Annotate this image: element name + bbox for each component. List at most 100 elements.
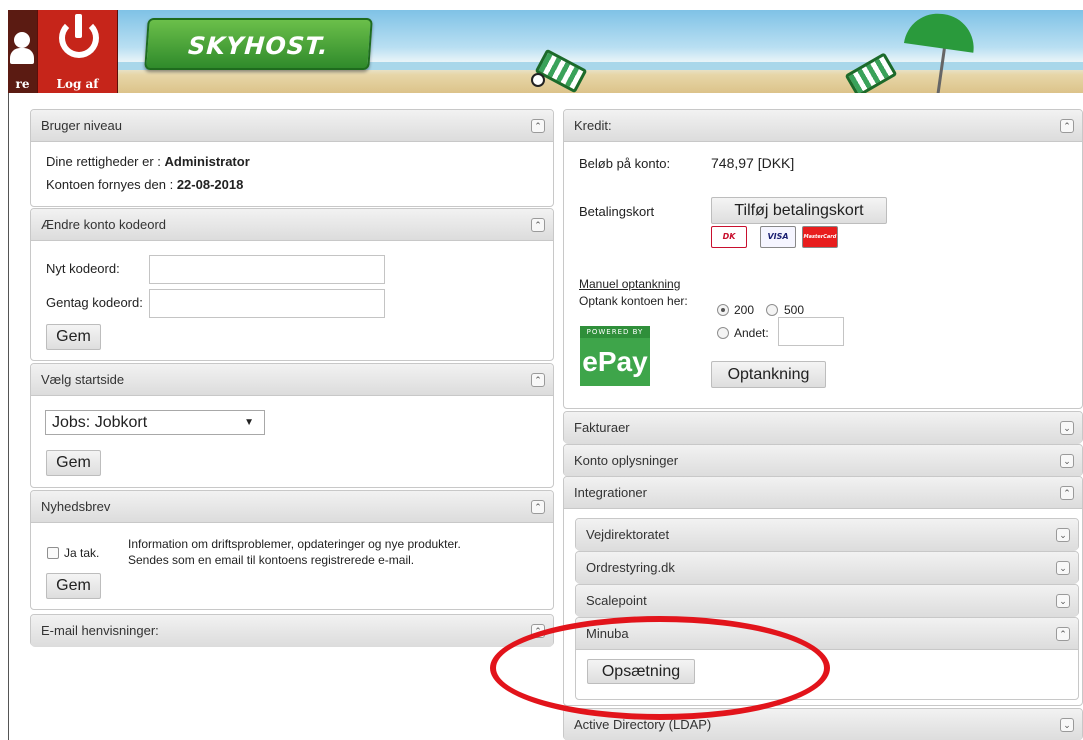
newsletter-checkbox[interactable] [47, 547, 59, 559]
renew-label: Kontoen fornyes den : [46, 177, 174, 192]
topup-label: Optank kontoen her: [579, 294, 688, 308]
epay-logo: POWERED BY ePay [580, 326, 650, 386]
add-payment-card-button[interactable]: Tilføj betalingskort [711, 197, 887, 224]
minuba-setup-button[interactable]: Opsætning [587, 659, 695, 684]
repeat-password-label: Gentag kodeord: [46, 295, 143, 310]
page-frame-border [8, 93, 9, 740]
chevron-up-icon[interactable]: ⌃ [1056, 627, 1070, 641]
chevron-up-icon[interactable]: ⌃ [1060, 486, 1074, 500]
user-icon [14, 32, 30, 48]
radio-500-label: 500 [784, 303, 805, 317]
logout-button[interactable]: Log af [38, 10, 118, 93]
beach-umbrella-icon [903, 10, 979, 53]
panel-header[interactable]: Vejdirektoratet ⌄ [576, 519, 1078, 551]
chevron-up-icon[interactable]: ⌃ [531, 500, 545, 514]
panel-newsletter: Nyhedsbrev ⌃ Ja tak. Information om drif… [30, 490, 554, 610]
panel-active-directory: Active Directory (LDAP) ⌄ [563, 708, 1083, 740]
panel-header[interactable]: Ændre konto kodeord ⌃ [31, 209, 553, 241]
panel-email-references: E-mail henvisninger: ⌃ [30, 614, 554, 647]
manual-topup-link[interactable]: Manuel optankning [579, 277, 680, 291]
panel-header[interactable]: Nyhedsbrev ⌃ [31, 491, 553, 523]
user-icon-body [10, 48, 34, 64]
panel-title: Minuba [586, 626, 629, 641]
radio-200[interactable] [717, 304, 729, 316]
panel-header[interactable]: Vælg startside ⌃ [31, 364, 553, 396]
football-icon [531, 73, 545, 87]
panel-header[interactable]: Bruger niveau ⌃ [31, 110, 553, 142]
chevron-down-icon[interactable]: ⌄ [1060, 421, 1074, 435]
panel-title: Bruger niveau [41, 118, 122, 133]
power-icon-bar [75, 14, 82, 38]
profile-button[interactable]: re [8, 10, 38, 93]
chevron-down-icon[interactable]: ⌄ [1056, 594, 1070, 608]
save-password-button[interactable]: Gem [46, 324, 101, 350]
visa-logo: VISA [760, 226, 796, 248]
panel-start-page: Vælg startside ⌃ Jobs: Jobkort ▼ Gem [30, 363, 554, 488]
rights-line: Dine rettigheder er : Administrator [46, 154, 250, 169]
save-start-page-button[interactable]: Gem [46, 450, 101, 476]
payment-cards-label: Betalingskort [579, 204, 655, 219]
dropdown-arrow-icon: ▼ [244, 417, 254, 428]
renew-line: Kontoen fornyes den : 22-08-2018 [46, 177, 243, 192]
rights-label: Dine rettigheder er : [46, 154, 161, 169]
logout-label: Log af [56, 77, 99, 91]
radio-500[interactable] [766, 304, 778, 316]
chevron-up-icon[interactable]: ⌃ [531, 624, 545, 638]
panel-title: Kredit: [574, 118, 612, 133]
epay-powered-by: POWERED BY [580, 326, 650, 338]
rights-value: Administrator [164, 154, 250, 169]
integration-scalepoint: Scalepoint ⌄ [575, 584, 1079, 617]
panel-user-level: Bruger niveau ⌃ Dine rettigheder er : Ad… [30, 109, 554, 207]
mastercard-logo: MasterCard [802, 226, 838, 248]
logo-text: SKYHOST. [187, 32, 330, 60]
radio-other[interactable] [717, 327, 729, 339]
panel-header[interactable]: Ordrestyring.dk ⌄ [576, 552, 1078, 584]
panel-header[interactable]: Konto oplysninger ⌄ [564, 445, 1082, 477]
panel-title: Nyhedsbrev [41, 499, 111, 514]
renew-date: 22-08-2018 [176, 177, 244, 192]
chevron-down-icon[interactable]: ⌄ [1056, 528, 1070, 542]
panel-title: Vejdirektoratet [586, 527, 670, 542]
panel-header[interactable]: Minuba ⌃ [576, 618, 1078, 650]
dankort-logo: DK [711, 226, 747, 248]
panel-header[interactable]: E-mail henvisninger: ⌃ [31, 615, 553, 647]
topup-button[interactable]: Optankning [711, 361, 826, 388]
new-password-label: Nyt kodeord: [46, 261, 120, 276]
integration-minuba: Minuba ⌃ Opsætning [575, 617, 1079, 700]
balance-value: 748,97 [DKK] [711, 155, 795, 171]
profile-label: re [15, 77, 30, 91]
start-page-select[interactable]: Jobs: Jobkort ▼ [45, 410, 265, 435]
panel-title: Integrationer [574, 485, 647, 500]
panel-title: Vælg startside [41, 372, 125, 387]
newsletter-checkbox-label: Ja tak. [64, 546, 100, 560]
panel-header[interactable]: Scalepoint ⌄ [576, 585, 1078, 617]
save-newsletter-button[interactable]: Gem [46, 573, 101, 599]
radio-other-label: Andet: [734, 326, 769, 340]
panel-title: Konto oplysninger [574, 453, 679, 468]
chevron-down-icon[interactable]: ⌄ [1056, 561, 1070, 575]
chevron-up-icon[interactable]: ⌃ [531, 119, 545, 133]
chevron-up-icon[interactable]: ⌃ [531, 218, 545, 232]
panel-header[interactable]: Fakturaer ⌄ [564, 412, 1082, 444]
balance-label: Beløb på konto: [579, 156, 671, 171]
other-amount-field[interactable] [778, 317, 844, 346]
newsletter-info-line1: Information om driftsproblemer, opdateri… [128, 537, 461, 551]
epay-text: ePay [580, 338, 650, 386]
repeat-password-field[interactable] [149, 289, 385, 318]
radio-200-label: 200 [734, 303, 755, 317]
panel-title: E-mail henvisninger: [41, 623, 159, 638]
panel-header[interactable]: Kredit: ⌃ [564, 110, 1082, 142]
skyhost-logo: SKYHOST. [144, 18, 373, 70]
panel-header[interactable]: Active Directory (LDAP) ⌄ [564, 709, 1082, 740]
chevron-down-icon[interactable]: ⌄ [1060, 454, 1074, 468]
integration-ordrestyring: Ordrestyring.dk ⌄ [575, 551, 1079, 584]
newsletter-info-line2: Sendes som en email til kontoens registr… [128, 553, 415, 567]
panel-account-info: Konto oplysninger ⌄ [563, 444, 1083, 477]
chevron-up-icon[interactable]: ⌃ [531, 373, 545, 387]
panel-title: Ændre konto kodeord [41, 217, 167, 232]
chevron-up-icon[interactable]: ⌃ [1060, 119, 1074, 133]
panel-title: Scalepoint [586, 593, 647, 608]
panel-header[interactable]: Integrationer ⌃ [564, 477, 1082, 509]
chevron-down-icon[interactable]: ⌄ [1060, 718, 1074, 732]
new-password-field[interactable] [149, 255, 385, 284]
